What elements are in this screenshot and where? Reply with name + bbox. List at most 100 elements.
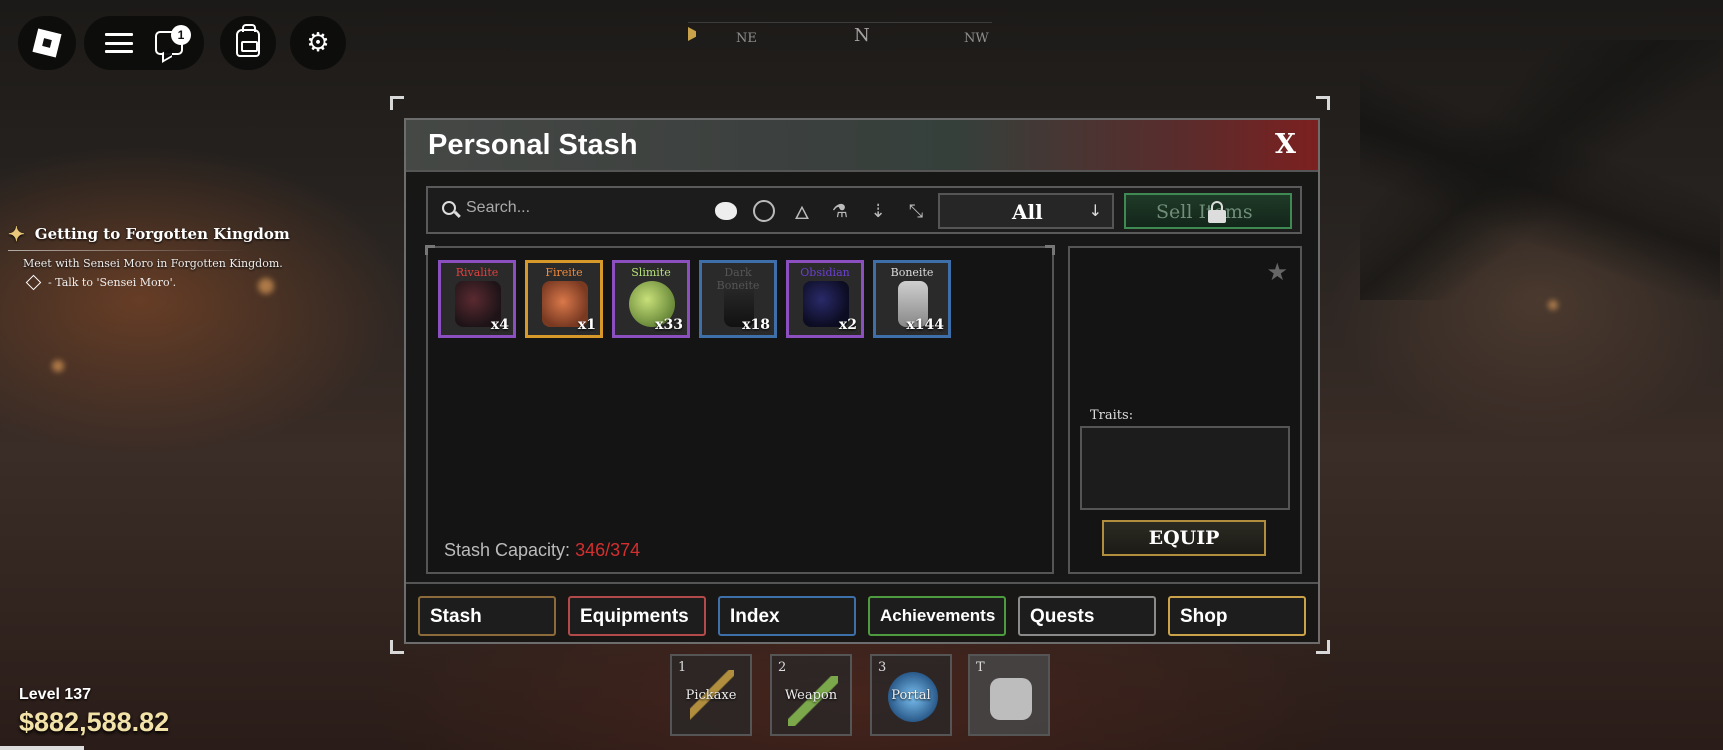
- traits-box: [1080, 426, 1290, 510]
- player-money: $882,588.82: [19, 707, 170, 737]
- roblox-logo-icon: [32, 28, 62, 58]
- item-quantity: x18: [742, 317, 770, 333]
- tab-stash[interactable]: Stash: [418, 596, 556, 636]
- favorite-star-icon[interactable]: ★: [1266, 258, 1288, 286]
- hotbar-key: T: [976, 660, 985, 675]
- frame-corner: [1316, 96, 1330, 110]
- item-quantity: x2: [838, 317, 857, 333]
- quest-tracker: ✦ Getting to Forgotten Kingdom Meet with…: [8, 222, 308, 291]
- item-quantity: x33: [655, 317, 683, 333]
- quest-title-row: ✦ Getting to Forgotten Kingdom: [8, 222, 308, 246]
- hotbar-key: 3: [878, 660, 887, 675]
- search-field[interactable]: Search...: [442, 199, 530, 217]
- frame-corner: [425, 245, 435, 255]
- tab-quests[interactable]: Quests: [1018, 596, 1156, 636]
- collapse-icon[interactable]: ⤡: [904, 199, 928, 223]
- hotbar-slot-backpack[interactable]: T: [968, 654, 1050, 736]
- compass-nw: NW: [964, 31, 989, 46]
- menu-chat-group: 1: [84, 16, 204, 70]
- dropdown-value: All: [1012, 200, 1043, 224]
- item-quantity: x144: [906, 317, 944, 333]
- hotbar-label: Weapon: [784, 688, 838, 703]
- chevron-down-icon: ↓: [1088, 201, 1102, 220]
- compass-waypoint-marker: [688, 27, 696, 41]
- sell-items-label: Sell Items: [1156, 201, 1253, 223]
- hamburger-menu-icon[interactable]: [105, 33, 133, 53]
- quest-objective: - Talk to 'Sensei Moro'.: [25, 274, 308, 291]
- tab-label: Quests: [1030, 606, 1095, 627]
- potion-filter-icon[interactable]: ⚗: [828, 199, 852, 223]
- search-icon: [442, 201, 456, 215]
- stash-toolbar: Search... 🜂 ⚗ ⇣ ⤡ All ↓ Sell Items: [426, 186, 1302, 234]
- item-quantity: x1: [577, 317, 596, 333]
- frame-corner: [1045, 245, 1055, 255]
- traits-label: Traits:: [1090, 408, 1134, 423]
- tab-label: Shop: [1180, 606, 1228, 627]
- item-slot-fireite[interactable]: Fireite x1: [525, 260, 603, 338]
- item-slot-dark-boneite[interactable]: Dark Boneite x18: [699, 260, 777, 338]
- item-name: Rivalite: [455, 266, 499, 279]
- background-lantern: [52, 360, 64, 372]
- tab-shop[interactable]: Shop: [1168, 596, 1306, 636]
- quest-star-icon: ✦: [8, 222, 25, 246]
- item-name: Dark Boneite: [716, 266, 760, 292]
- background-lantern: [1548, 300, 1558, 310]
- quest-divider: [8, 250, 248, 251]
- chat-icon[interactable]: 1: [155, 25, 191, 55]
- lock-icon: [1208, 201, 1226, 223]
- hotbar-slot-pickaxe[interactable]: 1 Pickaxe: [670, 654, 752, 736]
- item-quantity: x4: [490, 317, 509, 333]
- compass-bar: NE N NW: [688, 22, 992, 50]
- item-slot-slimite[interactable]: Slimite x33: [612, 260, 690, 338]
- item-slot-boneite[interactable]: Boneite x144: [873, 260, 951, 338]
- item-detail-panel: ★ Traits: EQUIP: [1068, 246, 1302, 574]
- tab-equipments[interactable]: Equipments: [568, 596, 706, 636]
- frame-corner: [390, 96, 404, 110]
- equip-label: EQUIP: [1148, 527, 1220, 549]
- quest-title: Getting to Forgotten Kingdom: [34, 225, 290, 243]
- tab-achievements[interactable]: Achievements: [868, 596, 1006, 636]
- stash-capacity: Stash Capacity: 346/374: [444, 540, 640, 561]
- equip-button[interactable]: EQUIP: [1102, 520, 1266, 556]
- hotbar-label: Pickaxe: [685, 688, 737, 703]
- capacity-label: Stash Capacity:: [444, 540, 571, 560]
- item-slot-obsidian[interactable]: Obsidian x2: [786, 260, 864, 338]
- chat-notification-badge: 1: [171, 25, 191, 45]
- item-name: Slimite: [631, 266, 671, 279]
- hotbar-slot-portal[interactable]: 3 Portal: [870, 654, 952, 736]
- hotbar-slot-weapon[interactable]: 2 Weapon: [770, 654, 852, 736]
- item-name: Fireite: [545, 266, 583, 279]
- search-input[interactable]: Search...: [466, 199, 530, 217]
- item-slot-rivalite[interactable]: Rivalite x4: [438, 260, 516, 338]
- sort-icon[interactable]: ⇣: [866, 199, 890, 223]
- tab-label: Equipments: [580, 606, 689, 627]
- background-palm-silhouette: [1360, 40, 1720, 300]
- capacity-value: 346/374: [575, 540, 641, 560]
- gear-icon: ⚙: [306, 28, 330, 58]
- tab-label: Stash: [430, 606, 482, 627]
- quest-description: Meet with Sensei Moro in Forgotten Kingd…: [23, 257, 283, 270]
- tab-label: Index: [730, 606, 780, 627]
- hotbar-label: Portal: [891, 688, 931, 703]
- item-name: Obsidian: [800, 266, 850, 279]
- item-name: Boneite: [890, 266, 934, 279]
- stash-tabs: Stash Equipments Index Achievements Ques…: [406, 582, 1318, 642]
- rune-filter-icon[interactable]: [752, 199, 776, 223]
- essence-filter-icon[interactable]: 🜂: [790, 199, 814, 224]
- compass-ne: NE: [736, 31, 757, 46]
- backpack-icon: [236, 24, 260, 57]
- tab-label: Achievements: [880, 606, 996, 625]
- sell-items-button[interactable]: Sell Items: [1124, 193, 1292, 229]
- tab-index[interactable]: Index: [718, 596, 856, 636]
- roblox-menu-button[interactable]: [18, 16, 76, 70]
- hotbar-key: 2: [778, 660, 787, 675]
- category-dropdown[interactable]: All ↓: [938, 193, 1114, 229]
- settings-button[interactable]: ⚙: [290, 16, 346, 70]
- ore-filter-icon[interactable]: [714, 199, 738, 223]
- frame-corner: [390, 640, 404, 654]
- quest-objective-text: - Talk to 'Sensei Moro'.: [48, 276, 177, 289]
- close-button[interactable]: X: [1275, 129, 1296, 160]
- bottom-left-strip: [0, 746, 84, 750]
- objective-diamond-icon: [25, 274, 42, 291]
- backpack-button[interactable]: [220, 16, 276, 70]
